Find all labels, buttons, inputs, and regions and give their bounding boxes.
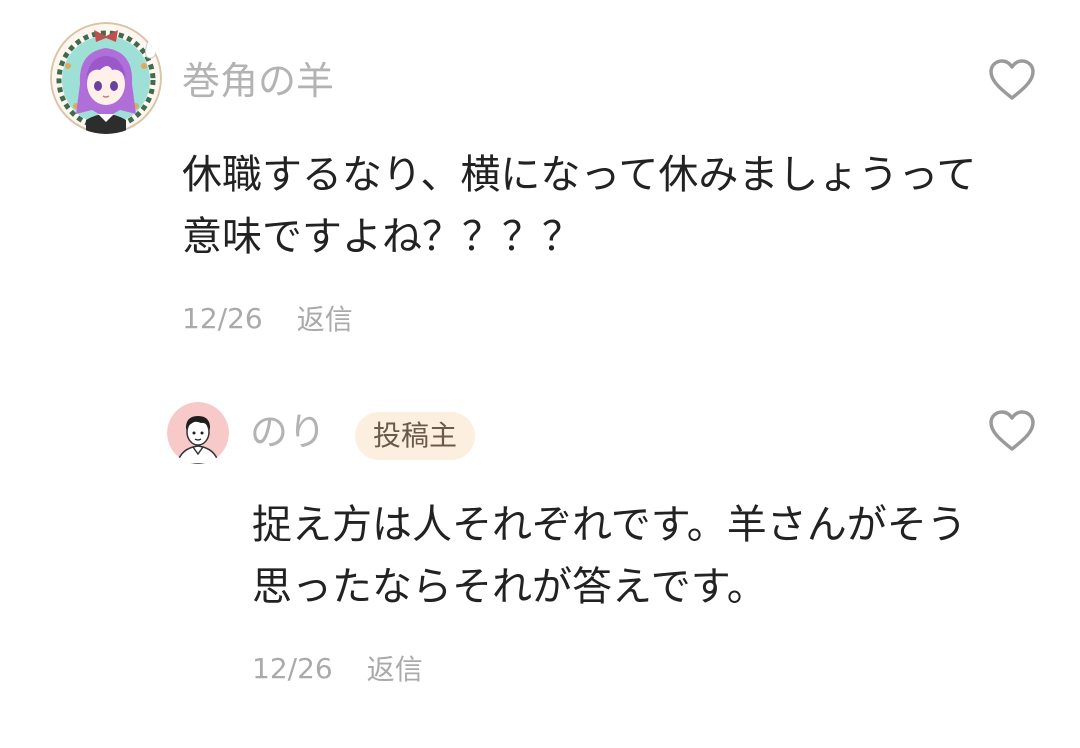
comment-text-line: 捉え方は人それぞれです。羊さんがそう [252,502,967,548]
user-avatar[interactable] [50,22,162,134]
comment-text-line: 意味ですよね？？？？ [182,214,582,260]
reply-link[interactable]: 返信 [367,648,423,688]
author-badge: 投稿主 [355,412,476,460]
like-button[interactable] [988,58,1036,102]
reply-link[interactable]: 返信 [297,298,353,338]
comment-text: 捉え方は人それぞれです。羊さんがそう 思ったならそれが答えです。 [252,494,967,618]
comment-meta: 12/26 返信 [182,298,353,338]
comment-meta: 12/26 返信 [252,648,423,688]
like-button[interactable] [988,409,1036,453]
man-avatar-icon [167,402,229,464]
reply-comment-item: のり 投稿主 捉え方は人それぞれです。羊さんがそう 思ったならそれが答えです。 … [0,380,1080,748]
heart-outline-icon [989,410,1035,451]
comment-date: 12/26 [252,651,333,685]
comment-date: 12/26 [182,301,263,335]
username[interactable]: 巻角の羊 [182,56,334,106]
comment-text-line: 休職するなり、横になって休みましょうって [182,152,977,198]
comment-text-line: 思ったならそれが答えです。 [252,564,767,610]
anime-girl-avatar-icon [50,22,162,134]
user-avatar[interactable] [167,402,229,464]
comment-text: 休職するなり、横になって休みましょうって 意味ですよね？？？？ [182,144,976,268]
heart-outline-icon [989,59,1035,100]
comment-item: 巻角の羊 休職するなり、横になって休みましょうって 意味ですよね？？？？ 12/… [0,0,1080,360]
username[interactable]: のり [250,407,326,457]
